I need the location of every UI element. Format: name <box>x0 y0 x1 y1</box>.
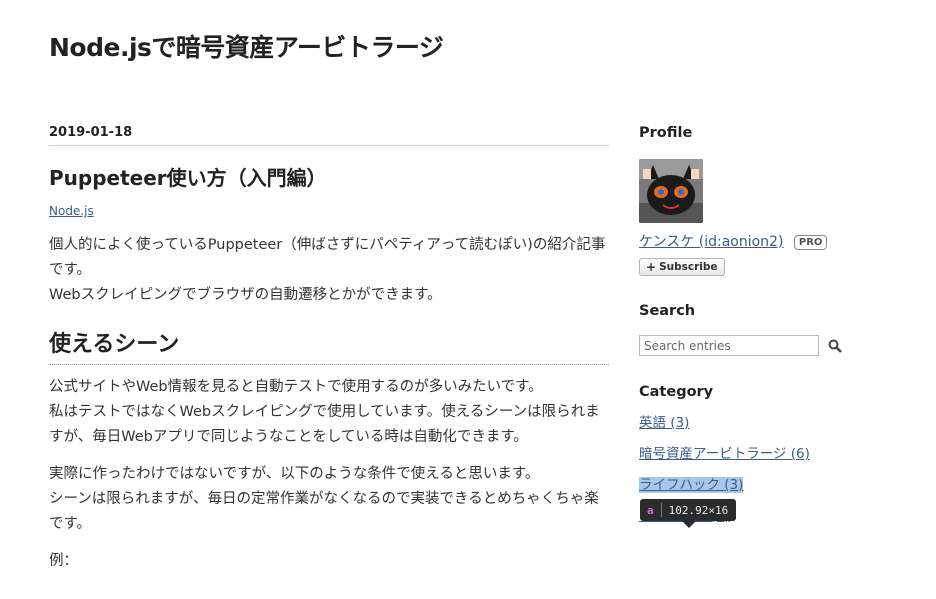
section-p2-line-1: 実際に作ったわけではないですが、以下のような条件で使えると思います。 <box>49 466 540 482</box>
section-p1-line-1: 公式サイトやWeb情報を見ると自動テストで使用するのが多いみたいです。 <box>49 379 543 395</box>
entry-category-link[interactable]: Node.js <box>49 204 94 218</box>
category-link-english[interactable]: 英語 (3) <box>639 415 689 431</box>
plus-icon: + <box>646 260 657 274</box>
search-icon <box>828 339 842 353</box>
section-paragraph-1: 公式サイトやWeb情報を見ると自動テストで使用するのが多いみたいです。 私はテス… <box>49 375 609 450</box>
category-link-arbitrage[interactable]: 暗号資産アービトラージ (6) <box>639 446 810 462</box>
search-button[interactable] <box>827 338 843 354</box>
tooltip-size: 102.92×16 <box>668 503 729 517</box>
sidebar: Profile ケンスケ (id:aonion2) PRO + Subscrib… <box>639 125 879 538</box>
category-link-lifehack[interactable]: ライフハック (3) <box>639 477 744 493</box>
section-p2-line-2: シーンは限られますが、毎日の定常作業がなくなるので実装できるとめちゃくちゃ楽です… <box>49 491 599 532</box>
tooltip-arrow <box>682 521 696 528</box>
search-input[interactable] <box>639 335 819 356</box>
search-title: Search <box>639 303 696 319</box>
intro-line-1: 個人的によく使っているPuppeteer（伸ばさずにパペティアって読むぽい)の紹… <box>49 237 606 278</box>
section-paragraph-2: 実際に作ったわけではないですが、以下のような条件で使えると思います。 シーンは限… <box>49 462 609 537</box>
section-p1-line-2: 私はテストではなくWebスクレイピングで使用しています。使えるシーンは限られます… <box>49 404 600 445</box>
list-item: 英語 (3) <box>639 414 879 445</box>
example-label: 例： <box>49 553 78 569</box>
entry-article: 2019-01-18 Puppeteer使い方（入門編） Node.js 個人的… <box>49 125 609 574</box>
tooltip-separator <box>660 503 662 517</box>
subscribe-button[interactable]: + Subscribe <box>639 258 725 276</box>
entry-title[interactable]: Puppeteer使い方（入門編） <box>49 162 609 191</box>
search-form <box>639 335 879 356</box>
profile-avatar[interactable] <box>639 159 703 223</box>
intro-paragraph: 個人的によく使っているPuppeteer（伸ばさずにパペティアって読むぽい)の紹… <box>49 233 609 308</box>
category-title: Category <box>639 384 714 400</box>
intro-line-2: Webスクレイピングでブラウザの自動遷移とかができます。 <box>49 287 442 303</box>
blog-title[interactable]: Node.jsで暗号資産アービトラージ <box>49 28 444 64</box>
profile-name-link[interactable]: ケンスケ (id:aonion2) <box>639 234 783 250</box>
section-heading: 使えるシーン <box>49 326 609 365</box>
devtools-inspect-tooltip: a 102.92×16 <box>640 499 737 521</box>
profile-title: Profile <box>639 125 693 141</box>
avatar-image-icon <box>639 159 703 223</box>
pro-badge[interactable]: PRO <box>793 235 828 250</box>
subscribe-label: Subscribe <box>659 261 718 273</box>
list-item: 暗号資産アービトラージ (6) <box>639 445 879 476</box>
profile-name-row: ケンスケ (id:aonion2) PRO <box>639 231 879 251</box>
entry-date[interactable]: 2019-01-18 <box>49 125 609 146</box>
tooltip-tag-name: a <box>647 503 654 517</box>
